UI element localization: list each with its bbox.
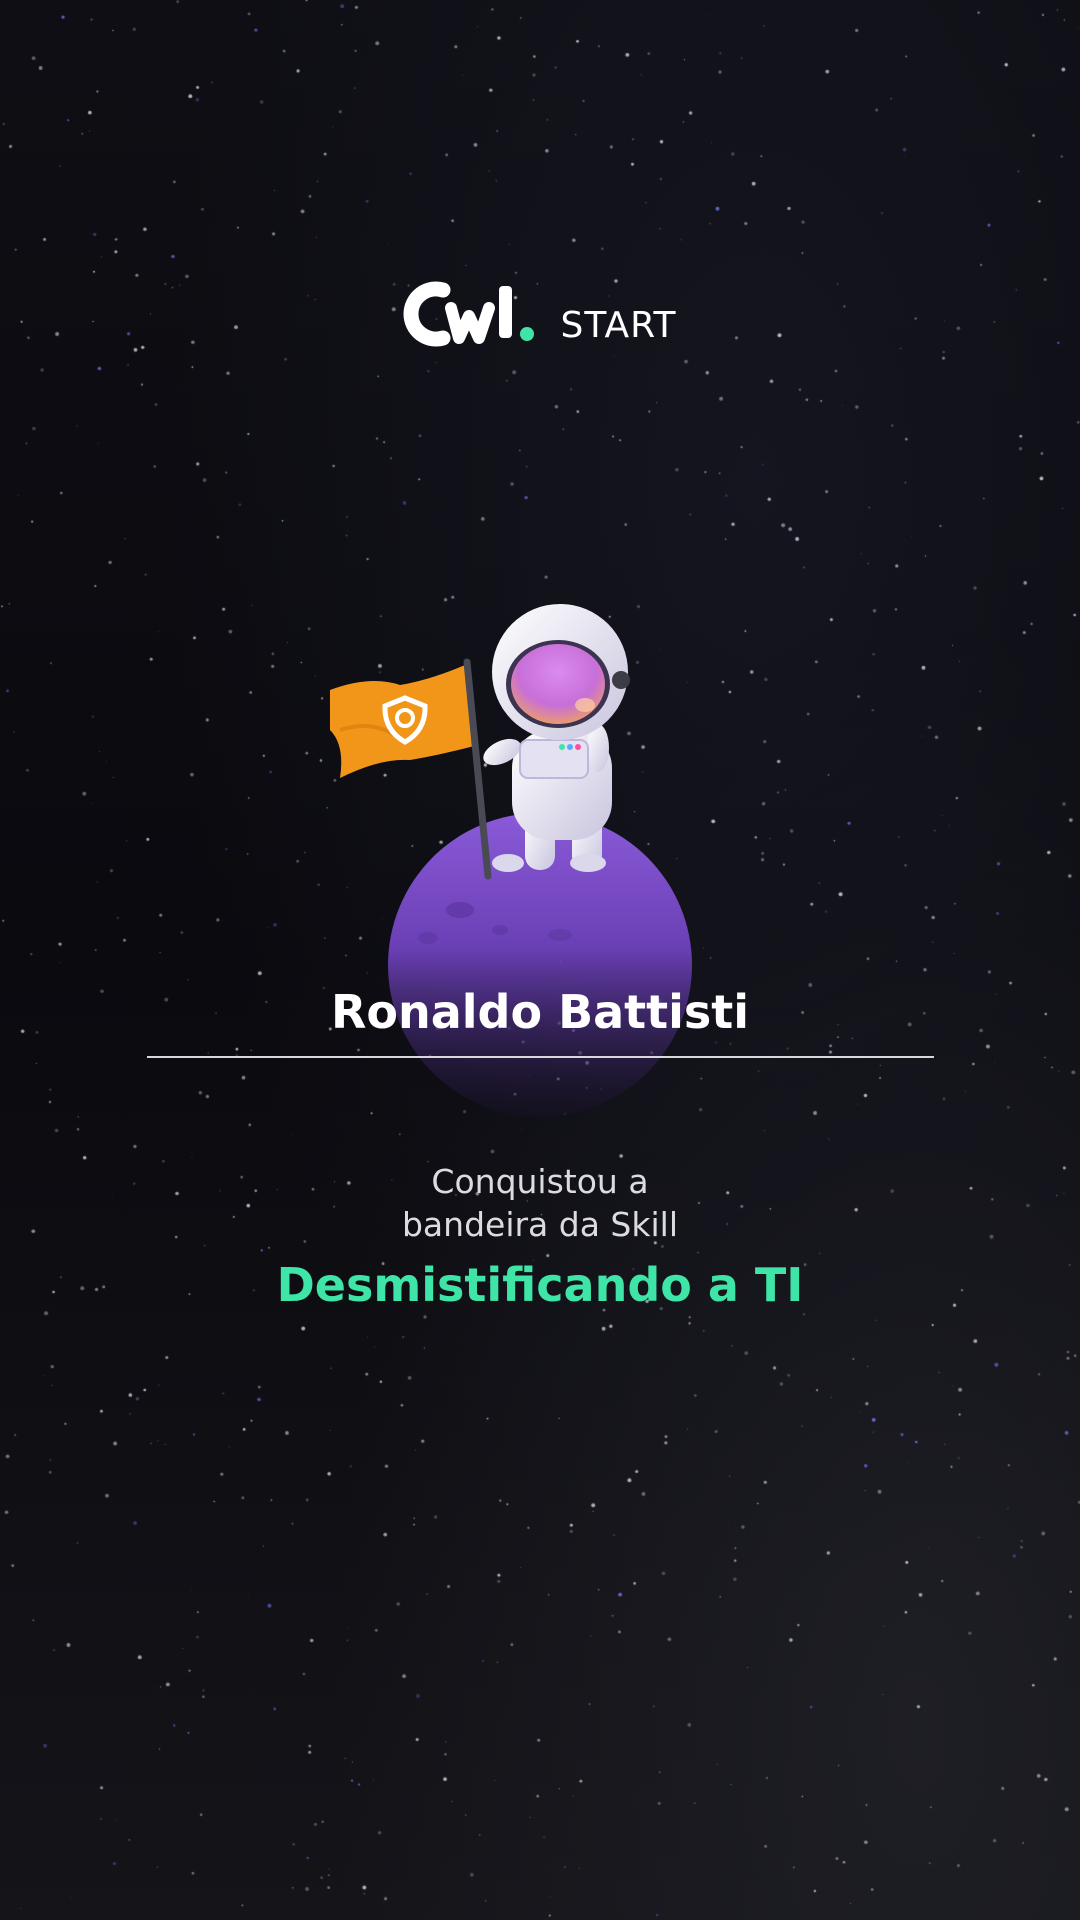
logo-start-text: START	[560, 305, 677, 346]
astronaut-illustration	[330, 604, 692, 1117]
cwi-start-logo: START	[0, 278, 1080, 348]
achievement-line-2: bandeira da Skill	[401, 1205, 678, 1244]
achievement-message: Conquistou a bandeira da Skill	[0, 1160, 1080, 1246]
recipient-name: Ronaldo Battisti	[330, 985, 750, 1039]
achievement-line-1: Conquistou a	[431, 1162, 649, 1201]
skill-name: Desmistificando a TI	[276, 1258, 804, 1312]
certificate-page: START Ronaldo Battisti Conquistou a band…	[0, 0, 1080, 1920]
cwi-logo-mark	[404, 281, 535, 347]
name-underline-divider	[147, 1056, 934, 1058]
